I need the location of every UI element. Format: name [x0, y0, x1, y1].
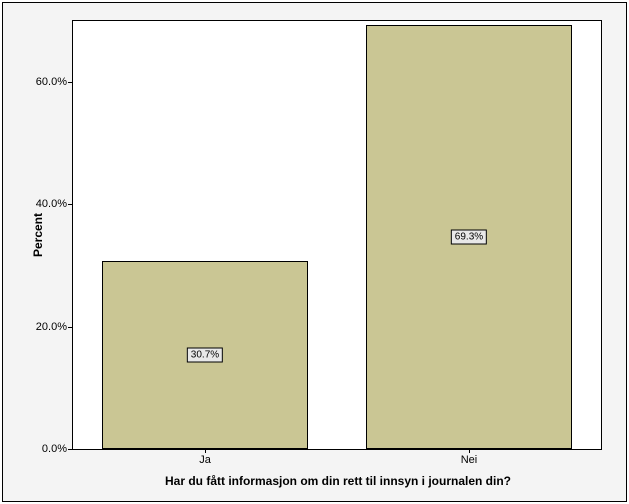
x-tick-label: Nei — [461, 454, 478, 466]
plot-area: 30.7% 69.3% — [72, 20, 602, 450]
chart-container: 30.7% 69.3% 0.0% 20.0% 40.0% 60.0% Ja Nei Pe… — [0, 0, 629, 504]
x-tick-label: Ja — [199, 454, 211, 466]
bar-label-nei: 69.3% — [451, 230, 487, 245]
y-axis-title: Percent — [31, 213, 45, 257]
y-tick-mark — [68, 82, 72, 83]
x-axis-title: Har du fått informasjon om din rett til … — [73, 474, 603, 488]
x-tick-mark — [469, 449, 470, 453]
x-tick-mark — [205, 449, 206, 453]
y-tick-mark — [68, 449, 72, 450]
y-tick-label: 40.0% — [36, 198, 67, 210]
bar-nei: 69.3% — [366, 25, 572, 449]
y-tick-mark — [68, 327, 72, 328]
y-tick-label: 60.0% — [36, 76, 67, 88]
bar-label-ja: 30.7% — [187, 348, 223, 363]
y-tick-mark — [68, 204, 72, 205]
bar-ja: 30.7% — [102, 261, 308, 449]
y-tick-label: 20.0% — [36, 321, 67, 333]
y-tick-label: 0.0% — [42, 443, 67, 455]
